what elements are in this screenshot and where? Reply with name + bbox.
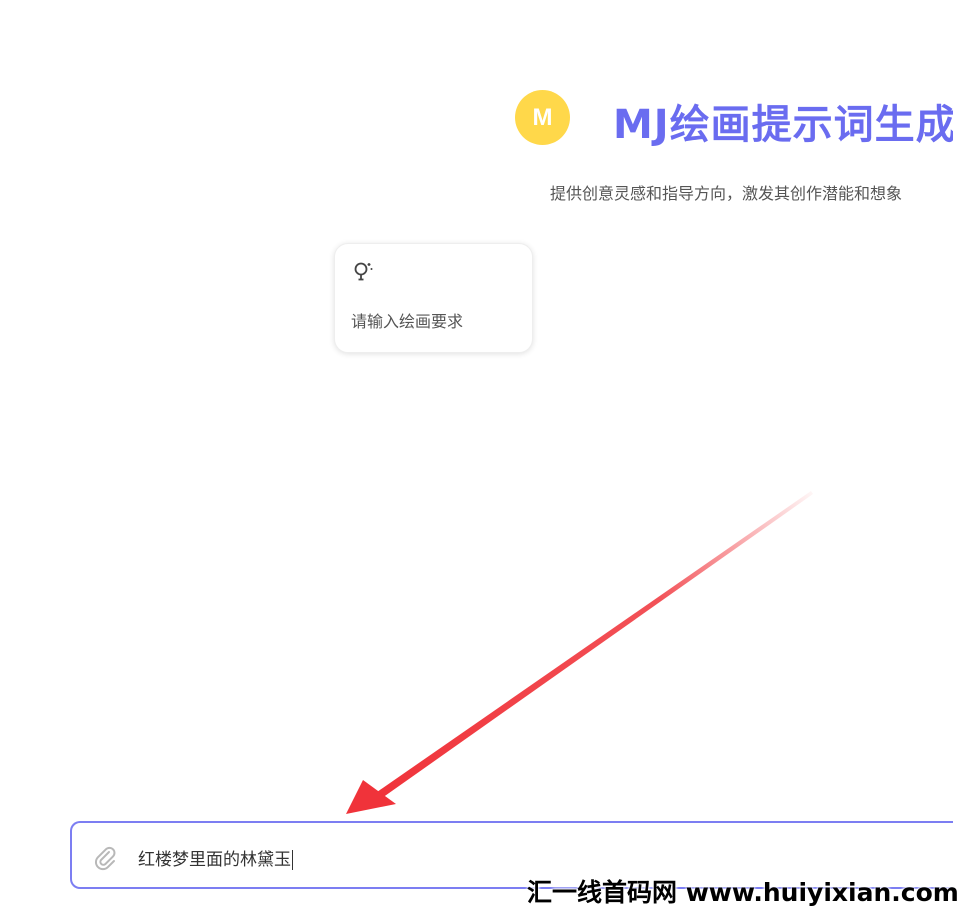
paperclip-icon[interactable]: [90, 843, 118, 871]
text-caret: [292, 850, 293, 870]
watermark: 汇一线首码网 www.huiyixian.com: [527, 878, 959, 907]
viewport-edge: [953, 0, 975, 908]
chat-input-value: 红楼梦里面的林黛玉: [138, 850, 291, 870]
suggestion-card[interactable]: 请输入绘画要求: [334, 243, 533, 353]
suggestion-card-text: 请输入绘画要求: [351, 312, 464, 331]
lightbulb-icon: [354, 262, 373, 281]
avatar: M: [515, 90, 570, 145]
page-title: MJ绘画提示词生成: [613, 102, 957, 148]
chat-input[interactable]: 红楼梦里面的林黛玉: [138, 845, 293, 870]
page-subtitle: 提供创意灵感和指导方向，激发其创作潜能和想象: [550, 184, 903, 203]
